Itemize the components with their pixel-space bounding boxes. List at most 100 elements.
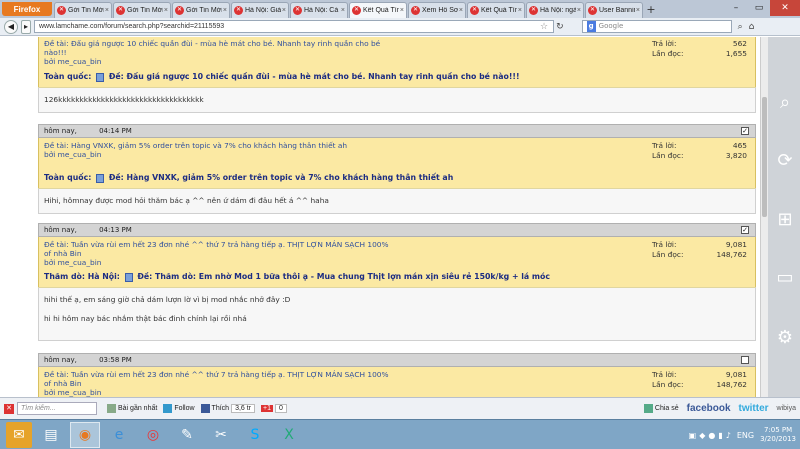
- devices-charm-icon[interactable]: ▭: [774, 267, 796, 289]
- addon-search-input[interactable]: Tìm kiếm...: [17, 402, 97, 415]
- search-box[interactable]: g Google: [581, 20, 732, 33]
- firefox-menu-button[interactable]: Firefox: [2, 2, 52, 16]
- tray-app-icon[interactable]: ▣: [689, 431, 697, 440]
- post-title-link[interactable]: Đề: Hàng VNXK, giảm 5% order trên topic …: [109, 173, 453, 182]
- thread-link[interactable]: Đề tài: Tuần vừa rùi em hết 23 đơn nhé ^…: [44, 240, 394, 258]
- close-window-button[interactable]: ✕: [770, 0, 800, 16]
- select-checkbox[interactable]: [741, 356, 749, 364]
- vertical-scrollbar[interactable]: [760, 37, 768, 397]
- author-link[interactable]: bởi me_cua_bin: [44, 57, 750, 66]
- tab-label: Hà Nội: Cá T: [304, 7, 340, 14]
- chrome-icon[interactable]: ◎: [138, 422, 168, 448]
- site-favicon-icon: ✕: [411, 6, 420, 15]
- views-count: 1,655: [725, 49, 747, 58]
- share-charm-icon[interactable]: ⟳: [774, 150, 796, 172]
- post-body: Đề tài: Tuần vừa rùi em hết 23 đơn nhé ^…: [38, 237, 756, 287]
- back-button[interactable]: ◀: [4, 19, 18, 34]
- select-checkbox[interactable]: ✓: [741, 127, 749, 135]
- volume-icon[interactable]: ♪: [726, 431, 731, 440]
- search-result-post: hôm nay, 03:58 PM Đề tài: Tuần vừa rùi e…: [38, 353, 756, 397]
- tray-app-icon[interactable]: ●: [708, 431, 715, 440]
- search-charm-icon[interactable]: ⌕: [774, 92, 796, 114]
- post-date: hôm nay,: [44, 127, 77, 135]
- tab-close-icon[interactable]: ×: [636, 7, 640, 14]
- tab-close-icon[interactable]: ×: [164, 7, 168, 14]
- post-date: hôm nay,: [44, 356, 77, 364]
- author-link[interactable]: bởi me_cua_bin: [44, 388, 750, 397]
- clock[interactable]: 7:05 PM 3/20/2013: [760, 426, 796, 444]
- tab-close-icon[interactable]: ×: [105, 7, 109, 14]
- post-date: hôm nay,: [44, 226, 77, 234]
- browser-tab[interactable]: ✕Hà Nội: ngày×: [526, 2, 584, 18]
- like-button[interactable]: Thích 3,6 tr: [200, 404, 256, 413]
- excel-icon[interactable]: X: [274, 422, 304, 448]
- browser-tab[interactable]: ✕ Xem Hồ Sơ: ×: [408, 2, 466, 18]
- tab-close-icon[interactable]: ×: [341, 7, 345, 14]
- browser-tab[interactable]: ✕ Kết Quả Tìm ×: [467, 2, 525, 18]
- browser-tab[interactable]: ✕User Banning×: [585, 2, 643, 18]
- gplus-button[interactable]: +1 0: [261, 404, 287, 413]
- views-label: Lần đọc:: [652, 151, 684, 160]
- skype-icon[interactable]: S: [240, 422, 270, 448]
- replies-count: 9,081: [725, 370, 747, 379]
- views-count: 3,820: [725, 151, 747, 160]
- share-button[interactable]: Chia sẻ: [643, 404, 679, 413]
- tab-label: Gởi Tin Mới -: [68, 7, 104, 14]
- select-checkbox[interactable]: ✓: [741, 226, 749, 234]
- tab-close-icon[interactable]: ×: [223, 7, 227, 14]
- browser-tab[interactable]: ✕ Kết Quả Tìm ×: [349, 2, 407, 18]
- thread-link[interactable]: Đề tài: Tuần vừa rùi em hết 23 đơn nhé ^…: [44, 370, 394, 388]
- browser-tab[interactable]: ✕Hà Nội: Giảm×: [231, 2, 289, 18]
- post-title-link[interactable]: Đề: Đấu giá ngược 10 chiếc quần đùi - mù…: [109, 72, 520, 81]
- tray-app-icon[interactable]: ◆: [699, 431, 705, 440]
- outlook-icon[interactable]: ✉: [6, 421, 32, 448]
- bookmark-star-icon[interactable]: ☆: [540, 22, 548, 32]
- reload-icon[interactable]: ↻: [556, 22, 564, 32]
- tab-close-icon[interactable]: ×: [282, 7, 286, 14]
- snipping-tool-icon[interactable]: ✂: [206, 422, 236, 448]
- start-charm-icon[interactable]: ⊞: [774, 209, 796, 231]
- browser-tab[interactable]: ✕Hà Nội: Cá T×: [290, 2, 348, 18]
- network-icon[interactable]: ▮: [718, 431, 722, 440]
- tab-close-icon[interactable]: ×: [518, 7, 522, 14]
- post-title: Thăm dò: Hà Nội: Đề: Thăm dò: Em nhờ Mod…: [39, 267, 755, 287]
- search-icon[interactable]: ⌕: [738, 22, 743, 32]
- thread-link[interactable]: Đề tài: Đấu giá ngược 10 chiếc quần đùi …: [44, 39, 394, 57]
- tab-close-icon[interactable]: ×: [400, 7, 404, 14]
- paint-icon[interactable]: ✎: [172, 422, 202, 448]
- thread-link[interactable]: Đề tài: Hàng VNXK, giảm 5% order trên to…: [44, 141, 464, 150]
- tab-label: Gởi Tin Mới -: [186, 7, 222, 14]
- post-time: 03:58 PM: [99, 356, 132, 364]
- new-tab-button[interactable]: +: [644, 4, 658, 18]
- author-link[interactable]: bởi me_cua_bin: [44, 150, 750, 159]
- firefox-icon[interactable]: ◉: [70, 421, 100, 448]
- settings-charm-icon[interactable]: ⚙: [774, 327, 796, 349]
- google-icon: g: [586, 21, 596, 32]
- language-indicator[interactable]: ENG: [737, 431, 754, 440]
- follow-button[interactable]: Follow: [163, 404, 195, 413]
- browser-tab[interactable]: ✕Gởi Tin Mới -×: [54, 2, 112, 18]
- tab-close-icon[interactable]: ×: [577, 7, 581, 14]
- scroll-thumb[interactable]: [762, 97, 767, 217]
- browser-tab[interactable]: ✕Gởi Tin Mới -×: [113, 2, 171, 18]
- url-bar[interactable]: www.lamchame.com/forum/search.php?search…: [34, 20, 554, 33]
- site-favicon-icon: ✕: [57, 6, 66, 15]
- tab-close-icon[interactable]: ×: [459, 7, 463, 14]
- close-addon-icon[interactable]: ✕: [4, 403, 14, 414]
- excerpt-line: hi hi hôm nay bác nhắm thật bác đinh chí…: [44, 314, 247, 323]
- maximize-button[interactable]: ▭: [748, 0, 770, 16]
- home-icon[interactable]: ⌂: [749, 22, 755, 32]
- post-title: Toàn quốc: Đề: Đấu giá ngược 10 chiếc qu…: [39, 67, 755, 87]
- file-explorer-icon[interactable]: ▤: [36, 422, 66, 448]
- browser-tab[interactable]: ✕Gởi Tin Mới -×: [172, 2, 230, 18]
- minimize-button[interactable]: –: [725, 0, 747, 16]
- recent-posts-button[interactable]: Bài gần nhất: [107, 404, 157, 413]
- author-link[interactable]: bởi me_cua_bin: [44, 258, 750, 267]
- internet-explorer-icon[interactable]: e: [104, 422, 134, 448]
- forward-button[interactable]: ▸: [21, 19, 31, 34]
- facebook-button[interactable]: facebook: [687, 403, 731, 414]
- post-title-link[interactable]: Đề: Thăm dò: Em nhờ Mod 1 bữa thôi ạ - M…: [137, 272, 550, 281]
- post-prefix: Toàn quốc:: [44, 173, 92, 182]
- replies-count: 562: [732, 39, 747, 48]
- twitter-button[interactable]: twitter: [739, 403, 769, 414]
